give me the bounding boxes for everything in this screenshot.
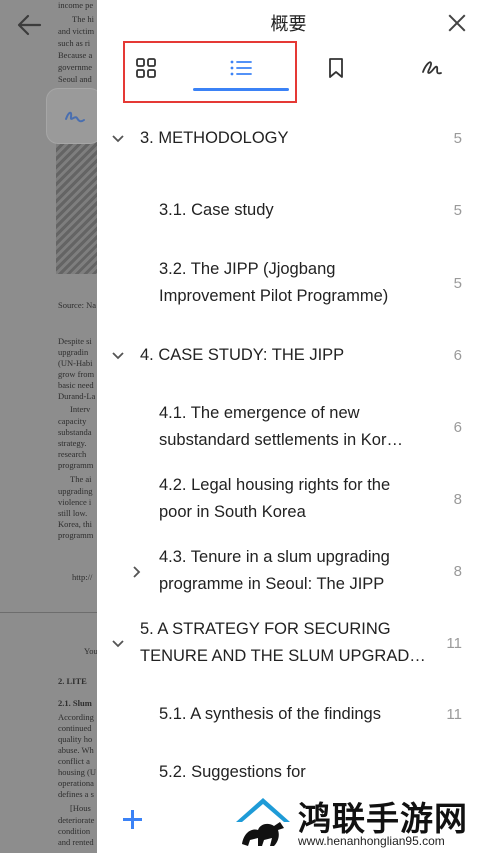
outline-item[interactable]: 5. A STRATEGY FOR SECURING TENURE AND TH… [97, 616, 480, 672]
chevron-down-icon[interactable] [110, 348, 126, 364]
outline-item[interactable]: 4.2. Legal housing rights for the poor i… [97, 472, 480, 528]
doc-text-line: and victim [58, 26, 95, 36]
doc-text-line: upgradin [58, 347, 89, 357]
add-outline-button[interactable] [121, 808, 145, 832]
back-arrow-icon[interactable] [14, 10, 44, 40]
outline-item-page: 5 [453, 275, 462, 292]
doc-text-line: According [58, 712, 94, 722]
outline-item-label: 4.1. The emergence of new [159, 404, 360, 422]
highlight-box [123, 41, 297, 103]
doc-text-line: programm [58, 460, 94, 470]
close-icon[interactable] [444, 10, 470, 36]
doc-text-line: Seoul and [58, 74, 92, 84]
tab-bookmarks[interactable] [309, 40, 363, 96]
doc-text-line: Durand-La [58, 391, 96, 401]
outline-item-label: substandard settlements in Kor… [159, 431, 403, 449]
outline-item-label: TENURE AND THE SLUM UPGRADI… [140, 647, 430, 665]
bookmark-icon [329, 58, 343, 78]
outline-item-label: 5.1. A synthesis of the findings [159, 705, 381, 723]
chevron-down-icon[interactable] [110, 636, 126, 652]
doc-text-line: income pe [58, 0, 94, 10]
doc-text-line: conflict a [58, 756, 90, 766]
doc-text-line: governme [58, 62, 92, 72]
outline-item[interactable]: 4. CASE STUDY: THE JIPP 6 [97, 341, 480, 371]
doc-text-line: operationa [58, 778, 94, 788]
outline-item-label: 5. A STRATEGY FOR SECURING [140, 620, 391, 638]
outline-item-label: 3. METHODOLOGY [140, 129, 289, 147]
doc-text-line: housing (U [58, 767, 97, 777]
doc-text-line: such as ri [58, 38, 91, 48]
outline-item-page: 8 [453, 491, 462, 508]
panel-title: 概要 [270, 14, 307, 35]
chevron-down-icon[interactable] [110, 131, 126, 147]
doc-text-line: deteriorate [58, 815, 95, 825]
outline-item[interactable]: 5.2. Suggestions for [97, 759, 480, 781]
watermark-title: 鸿联手游网 [298, 799, 468, 838]
watermark-logo [234, 792, 292, 850]
doc-text-line: http:// [72, 572, 93, 582]
doc-text-line: The ai [70, 474, 92, 484]
outline-item-label: 3.1. Case study [159, 201, 274, 219]
annotate-button[interactable] [46, 88, 102, 144]
doc-text-line: abuse. Wh [58, 745, 94, 755]
doc-text-line: [Hous [70, 803, 91, 813]
doc-text-line: strategy. [58, 438, 87, 448]
doc-text-line: and rented [58, 837, 94, 847]
doc-text-line: upgrading [58, 486, 93, 496]
doc-text-line: grow from [58, 369, 95, 379]
doc-text-line: capacity [58, 416, 87, 426]
pen-icon [422, 61, 442, 75]
doc-text-line: (UN-Habi [58, 358, 93, 368]
watermark: 鸿联手游网 www.henanhonglian95.com [228, 788, 480, 853]
outline-item-page: 8 [453, 563, 462, 580]
outline-item-label: programme in Seoul: The JIPP [159, 575, 385, 593]
doc-text-line: Source: Na [58, 300, 97, 310]
pen-icon [65, 111, 85, 123]
outline-item-label: 4.2. Legal housing rights for the [159, 476, 391, 494]
doc-text-line: still low. [58, 508, 88, 518]
outline-panel: 概要 3. METHODOLOGY 5 3.1. Case study 5 3.… [97, 0, 480, 853]
doc-text-line: The hi [72, 14, 94, 24]
outline-item-page: 6 [453, 419, 462, 436]
outline-item-page: 11 [446, 635, 462, 652]
tab-annotations[interactable] [405, 40, 459, 96]
outline-item-page: 6 [453, 347, 462, 364]
outline-item-page: 11 [446, 706, 462, 723]
doc-text-line: Korea, thi [58, 519, 92, 529]
doc-text-line: 2. LITE [58, 676, 87, 686]
outline-item[interactable]: 3.2. The JIPP (Jjogbang Improvement Pilo… [97, 256, 480, 312]
outline-item-page: 5 [453, 130, 462, 147]
outline-item-label: poor in South Korea [159, 503, 306, 521]
doc-text-line: quality ho [58, 734, 93, 744]
doc-text-line: condition [58, 826, 91, 836]
doc-text-line: 2.1. Slum [58, 698, 92, 708]
doc-text-line: You [84, 646, 98, 656]
document-photo [56, 140, 100, 274]
doc-text-line: continued [58, 723, 92, 733]
doc-text-line: Interv [70, 404, 91, 414]
page-divider [0, 612, 100, 613]
doc-text-line: research [58, 449, 87, 459]
outline-item-label: 5.2. Suggestions for [159, 763, 306, 781]
outline-item[interactable]: 5.1. A synthesis of the findings 11 [97, 701, 480, 731]
watermark-url: www.henanhonglian95.com [298, 834, 445, 848]
outline-item[interactable]: 4.1. The emergence of new substandard se… [97, 400, 480, 456]
doc-text-line: substanda [58, 427, 92, 437]
chevron-right-icon[interactable] [129, 564, 145, 580]
doc-text-line: Because a [58, 50, 93, 60]
outline-item-label: 3.2. The JIPP (Jjogbang Improvement Pilo… [159, 260, 389, 305]
outline-item[interactable]: 4.3. Tenure in a slum upgrading programm… [97, 544, 480, 600]
doc-text-line: defines a s [58, 789, 94, 799]
doc-text-line: Despite si [58, 336, 92, 346]
outline-item[interactable]: 3.1. Case study 5 [97, 197, 480, 227]
doc-text-line: programm [58, 530, 94, 540]
doc-text-line: violence i [58, 497, 92, 507]
outline-item[interactable]: 3. METHODOLOGY 5 [97, 124, 480, 154]
outline-item-page: 5 [453, 202, 462, 219]
doc-text-line: basic need [58, 380, 94, 390]
outline-item-label: 4. CASE STUDY: THE JIPP [140, 346, 345, 364]
outline-item-label: 4.3. Tenure in a slum upgrading [159, 548, 390, 566]
